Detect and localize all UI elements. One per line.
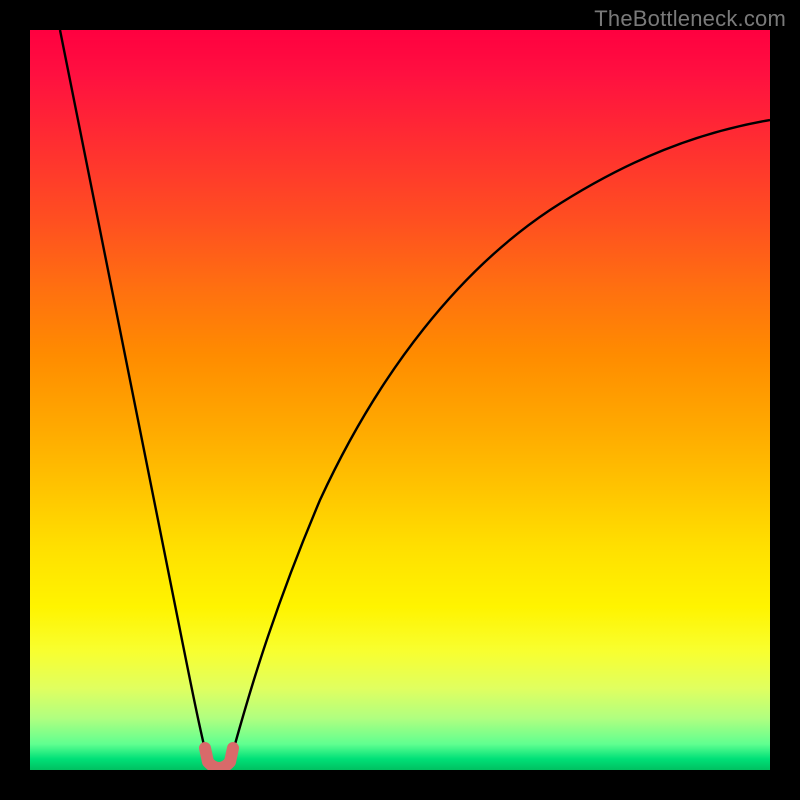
curve-left-branch: [60, 30, 208, 762]
watermark-text: TheBottleneck.com: [594, 6, 786, 32]
bottleneck-curve: [30, 30, 770, 770]
optimal-marker: [205, 748, 233, 768]
plot-area: [30, 30, 770, 770]
chart-frame: TheBottleneck.com: [0, 0, 800, 800]
curve-right-branch: [230, 120, 770, 762]
